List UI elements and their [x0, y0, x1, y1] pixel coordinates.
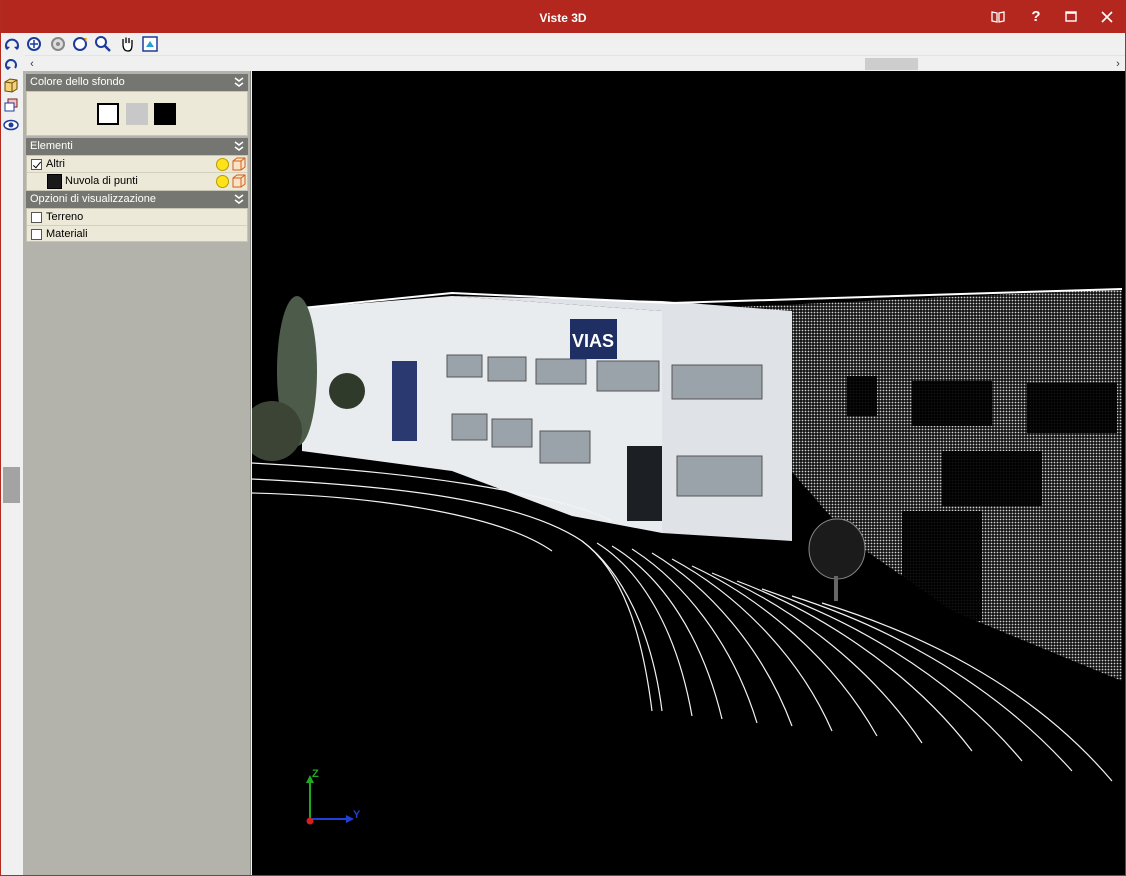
- horizontal-scrollbar[interactable]: ‹ ›: [25, 55, 1125, 71]
- point-cloud-scene: VIAS Z Y: [252, 288, 1123, 825]
- option-row-materiali[interactable]: Materiali: [27, 226, 247, 243]
- left-tool-strip: [1, 55, 23, 875]
- element-label: Altri: [46, 158, 65, 170]
- option-row-terreno[interactable]: Terreno: [27, 209, 247, 226]
- elements-header[interactable]: Elementi: [26, 138, 248, 155]
- altri-checkbox[interactable]: [31, 159, 42, 170]
- element-row-altri[interactable]: Altri: [27, 156, 247, 173]
- zoom-window-icon[interactable]: [94, 35, 114, 53]
- properties-panel: Colore dello sfondo Elementi Altri Nuvol…: [23, 71, 251, 875]
- visibility-eye-icon[interactable]: [3, 117, 21, 135]
- axis-y-label: Y: [353, 809, 361, 821]
- help-icon[interactable]: ?: [1024, 6, 1048, 28]
- cube-icon[interactable]: [232, 174, 246, 188]
- light-bulb-icon[interactable]: [216, 175, 229, 188]
- zoom-all-icon[interactable]: [25, 35, 45, 53]
- light-bulb-icon[interactable]: [216, 158, 229, 171]
- 3d-viewport[interactable]: VIAS Z Y: [252, 71, 1125, 875]
- background-color-body: [26, 91, 248, 136]
- view-frame-icon[interactable]: [141, 35, 161, 53]
- vertical-scrollbar-thumb[interactable]: [3, 467, 20, 503]
- axis-triad: Z Y: [306, 768, 361, 825]
- swatch-white[interactable]: [97, 103, 119, 125]
- axis-z-label: Z: [312, 768, 319, 780]
- swatch-black[interactable]: [154, 103, 176, 125]
- background-color-header[interactable]: Colore dello sfondo: [26, 74, 248, 91]
- view-toolbar: [1, 33, 1125, 55]
- display-options-title: Opzioni di visualizzazione: [30, 193, 156, 205]
- maximize-icon[interactable]: [1059, 6, 1083, 28]
- dark-door: [627, 446, 662, 521]
- layers-view-icon[interactable]: [3, 97, 21, 115]
- book-icon[interactable]: [986, 6, 1010, 28]
- title-bar: Viste 3D ?: [1, 0, 1125, 33]
- point-cloud-color[interactable]: [47, 174, 62, 189]
- terreno-checkbox[interactable]: [31, 212, 42, 223]
- cube-view-icon[interactable]: [3, 77, 21, 95]
- horizontal-scrollbar-thumb[interactable]: [865, 58, 918, 70]
- swatch-gray[interactable]: [126, 103, 148, 125]
- zoom-previous-icon[interactable]: [49, 35, 69, 53]
- undo-rotate-icon[interactable]: [3, 57, 21, 75]
- elements-title: Elementi: [30, 140, 73, 152]
- blue-door: [392, 361, 417, 441]
- vias-sign-text: VIAS: [572, 331, 614, 351]
- collapse-chevron-icon[interactable]: [234, 76, 244, 88]
- cube-icon[interactable]: [232, 157, 246, 171]
- elements-body: Altri Nuvola di punti: [26, 155, 248, 191]
- rotate-view-icon[interactable]: [3, 35, 23, 53]
- window-title: Viste 3D: [539, 11, 587, 25]
- element-row-point-cloud[interactable]: Nuvola di punti: [27, 173, 247, 190]
- pan-hand-icon[interactable]: [118, 35, 138, 53]
- collapse-chevron-icon[interactable]: [234, 193, 244, 205]
- background-color-title: Colore dello sfondo: [30, 76, 125, 88]
- display-options-body: Terreno Materiali: [26, 208, 248, 242]
- element-label: Nuvola di punti: [65, 175, 138, 187]
- display-options-header[interactable]: Opzioni di visualizzazione: [26, 191, 248, 208]
- close-icon[interactable]: [1095, 6, 1119, 28]
- option-label: Materiali: [46, 228, 88, 240]
- refresh-zoom-icon[interactable]: [71, 35, 91, 53]
- option-label: Terreno: [46, 211, 84, 223]
- materiali-checkbox[interactable]: [31, 229, 42, 240]
- collapse-chevron-icon[interactable]: [234, 140, 244, 152]
- scroll-left-icon[interactable]: ‹: [25, 56, 39, 72]
- viste-3d-window: Viste 3D ? ‹ › Colore dello sfondo Eleme…: [0, 0, 1126, 876]
- scroll-right-icon[interactable]: ›: [1111, 56, 1125, 72]
